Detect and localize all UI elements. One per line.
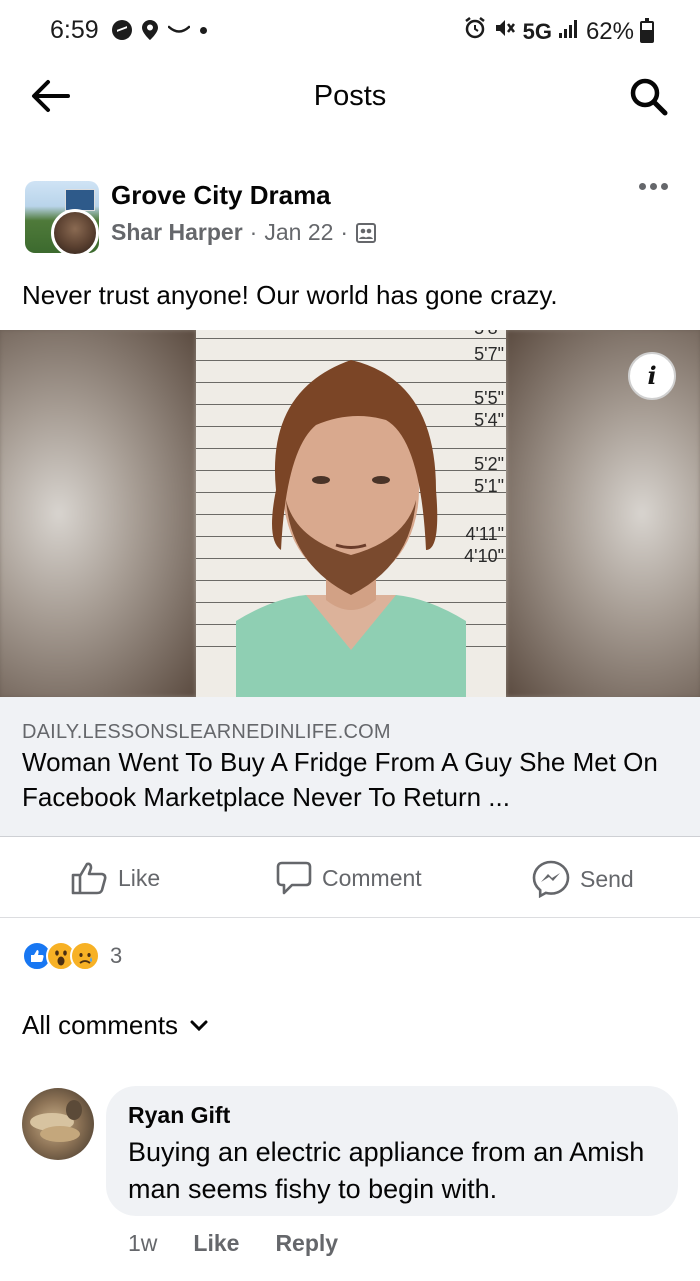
- network-type: 5G: [522, 18, 552, 44]
- alarm-icon: [463, 16, 487, 47]
- meta-separator: ·: [249, 219, 258, 245]
- mute-icon: [493, 16, 517, 47]
- comment-text: Buying an electric appliance from an Ami…: [128, 1137, 645, 1204]
- status-system-icons: 5G 62%: [463, 16, 654, 47]
- comment-bubble: Ryan Gift Buying an electric appliance f…: [106, 1086, 678, 1216]
- status-time: 6:59: [50, 16, 99, 44]
- chevron-down-icon: [190, 1020, 208, 1031]
- comment-time[interactable]: 1w: [128, 1230, 157, 1257]
- height-label: 5'5": [474, 388, 504, 408]
- link-title: Woman Went To Buy A Fridge From A Guy Sh…: [22, 747, 658, 812]
- post-author[interactable]: Shar Harper: [111, 219, 243, 246]
- meta-separator: ·: [340, 219, 349, 245]
- link-preview[interactable]: DAILY.LESSONSLEARNEDINLIFE.COM Woman Wen…: [0, 697, 700, 837]
- comment-button[interactable]: Comment: [276, 860, 422, 896]
- post-header: Grove City Drama Shar Harper · Jan 22 ·: [0, 175, 700, 265]
- app-header: Posts: [0, 62, 700, 132]
- comment-like-button[interactable]: Like: [193, 1230, 239, 1257]
- more-dots-icon: [639, 183, 646, 190]
- page-title: Posts: [313, 80, 387, 112]
- comment-label: Comment: [322, 864, 422, 891]
- status-bar: 6:59 5G 62%: [0, 0, 700, 62]
- post-date[interactable]: Jan 22: [264, 219, 333, 246]
- height-label: 5'4": [474, 410, 504, 430]
- commenter-avatar[interactable]: [22, 1088, 94, 1160]
- search-icon: [630, 78, 668, 116]
- search-button[interactable]: [628, 76, 670, 118]
- height-label: 4'11": [465, 524, 504, 544]
- thumbs-up-icon: [71, 862, 107, 895]
- messenger-notification-icon: [112, 20, 132, 40]
- send-button[interactable]: Send: [532, 860, 634, 898]
- height-label: 5'1": [474, 476, 504, 496]
- reactions-summary[interactable]: 3: [22, 940, 122, 972]
- location-pin-icon: [142, 20, 158, 40]
- post-text: Never trust anyone! Our world has gone c…: [22, 280, 558, 310]
- like-button[interactable]: Like: [70, 860, 160, 896]
- post-options-button[interactable]: [639, 183, 668, 190]
- height-label: 4'10": [464, 546, 504, 566]
- comment-author[interactable]: Ryan Gift: [128, 1102, 230, 1129]
- amazon-smile-icon: [167, 24, 191, 36]
- comments-filter-dropdown[interactable]: All comments: [22, 1010, 208, 1041]
- height-label: 5'2": [474, 454, 504, 474]
- comment-reply-button[interactable]: Reply: [275, 1230, 338, 1257]
- mugshot-person: [236, 360, 466, 697]
- post-image[interactable]: 5'8" 5'7" 5'5" 5'4" 5'2" 5'1" 4'11" 4'10…: [0, 330, 700, 697]
- author-avatar[interactable]: [51, 209, 99, 257]
- height-label: 5'7": [474, 344, 504, 364]
- battery-icon: [640, 17, 654, 43]
- comments-filter-label: All comments: [22, 1010, 179, 1040]
- messenger-icon: [532, 860, 570, 898]
- sad-reaction-icon: [70, 941, 100, 971]
- height-label: 5'8": [474, 330, 504, 339]
- group-avatar[interactable]: [25, 181, 101, 257]
- post-action-bar: Like Comment Send: [0, 838, 700, 918]
- post-meta: Shar Harper · Jan 22 ·: [111, 219, 377, 246]
- send-label: Send: [580, 865, 634, 892]
- link-domain: DAILY.LESSONSLEARNEDINLIFE.COM: [22, 721, 391, 743]
- comment-actions: 1w Like Reply: [128, 1230, 338, 1257]
- like-label: Like: [118, 864, 161, 891]
- group-name[interactable]: Grove City Drama: [111, 180, 331, 211]
- battery-percent: 62%: [585, 17, 634, 45]
- more-notifications-dot-icon: [200, 26, 207, 34]
- info-button[interactable]: i: [628, 352, 676, 400]
- signal-bars-icon: [558, 18, 580, 46]
- comment-bubble-icon: [276, 861, 312, 895]
- status-notification-icons: [112, 20, 207, 40]
- reaction-count: 3: [110, 943, 123, 968]
- group-privacy-icon: [355, 222, 377, 244]
